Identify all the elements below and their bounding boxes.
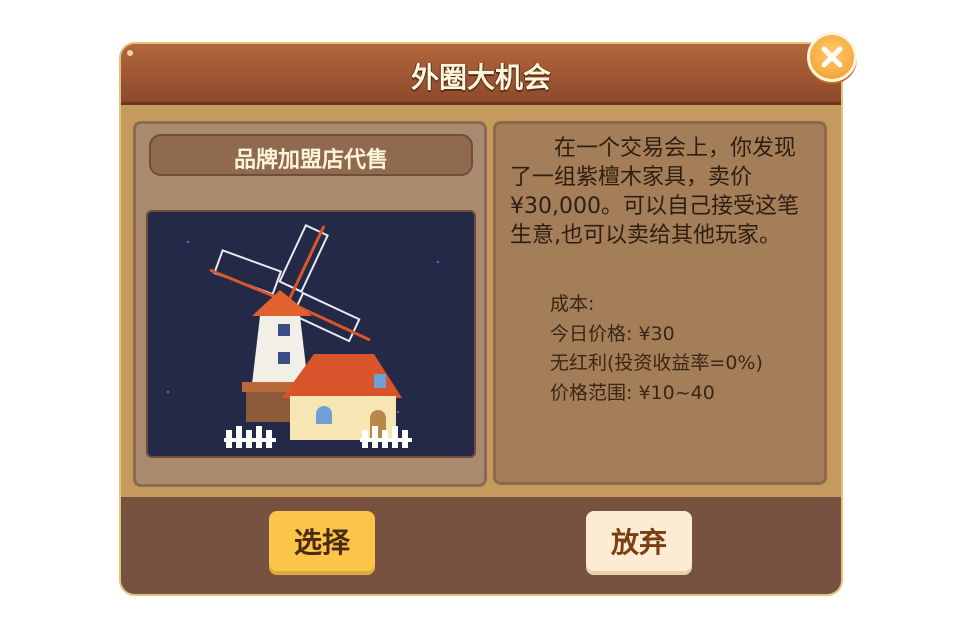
card-panel: 品牌加盟店代售 [133,121,487,487]
card-title-bar: 品牌加盟店代售 [149,134,473,176]
close-icon [821,46,843,68]
card-title: 品牌加盟店代售 [233,148,388,173]
select-button[interactable]: 选择 [269,511,375,575]
title-bar: 外圈大机会 [121,44,841,105]
dividend-info: 无红利(投资收益率=0%) [550,352,763,374]
content-area: 品牌加盟店代售 在一个交易会上，你发现了一组紫檀木家具，卖价¥30,000。可以… [121,105,841,497]
stats-list: 成本: 今日价格: ¥30 无红利(投资收益率=0%) 价格范围: ¥10~40 [550,290,763,408]
price-range: 价格范围: ¥10~40 [550,381,715,404]
cost-label: 成本: [550,293,595,315]
description-text: 在一个交易会上，你发现了一组紫檀木家具，卖价¥30,000。可以自己接受这笔生意… [510,136,799,248]
dialog-title: 外圈大机会 [410,61,551,94]
opportunity-dialog: 外圈大机会 品牌加盟店代售 在一个交易会上，你发现了一组紫檀木家具，卖价¥30,… [119,42,843,596]
close-button[interactable] [807,32,857,82]
description-panel: 在一个交易会上，你发现了一组紫檀木家具，卖价¥30,000。可以自己接受这笔生意… [493,121,827,485]
abandon-button[interactable]: 放弃 [586,511,692,575]
windmill-illustration [166,223,440,448]
button-bar: 选择 放弃 [121,497,841,594]
today-price: 今日价格: ¥30 [550,322,675,345]
windmill-image [146,210,476,458]
